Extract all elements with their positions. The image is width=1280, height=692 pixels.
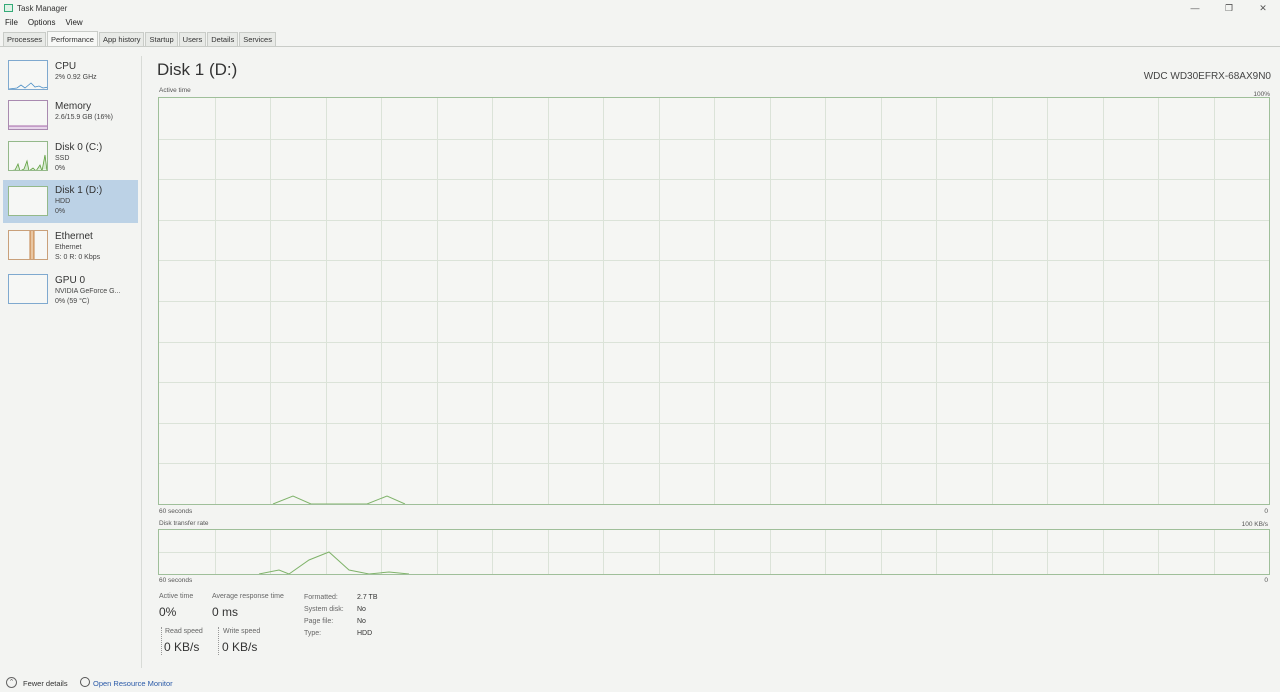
- sidebar-item-ethernet[interactable]: Ethernet Ethernet S: 0 R: 0 Kbps: [3, 227, 138, 270]
- tab-startup[interactable]: Startup: [145, 32, 178, 46]
- response-time-value: 0 ms: [212, 605, 239, 619]
- sidebar-item-usage: 0% (59 °C): [55, 298, 90, 305]
- close-button[interactable]: ✕: [1246, 0, 1280, 16]
- restore-button[interactable]: ❐: [1212, 0, 1246, 16]
- fewer-details-link[interactable]: Fewer details: [23, 679, 68, 688]
- sidebar-item-detail: 2.6/15.9 GB (16%): [55, 114, 113, 121]
- chevron-up-icon[interactable]: ⌃: [6, 677, 17, 688]
- transfer-rate-graph: [158, 529, 1270, 575]
- formatted-value: 2.7 TB: [357, 594, 378, 601]
- transfer-rate-graph-canvas: [159, 530, 1269, 574]
- transfer-rate-trace: [258, 551, 410, 574]
- gpu-thumbnail-graph: [8, 274, 48, 304]
- sidebar-item-cpu[interactable]: CPU 2% 0.92 GHz: [3, 57, 138, 100]
- task-manager-window: Task Manager — ❐ ✕ File Options View Pro…: [0, 0, 1280, 692]
- resource-monitor-icon: [80, 677, 90, 687]
- type-value: HDD: [357, 630, 373, 637]
- sidebar-item-usage: 0%: [55, 165, 66, 172]
- tab-divider: [0, 46, 1280, 47]
- sidebar-item-disk-1[interactable]: Disk 1 (D:) HDD 0%: [3, 180, 138, 223]
- sidebar-item-disk-0[interactable]: Disk 0 (C:) SSD 0%: [3, 138, 138, 181]
- sidebar-item-adapter: Ethernet: [55, 244, 82, 251]
- sidebar-item-title: Memory: [55, 101, 92, 112]
- active-time-graph-span: 60 seconds: [159, 508, 193, 515]
- active-time-trace: [272, 495, 406, 504]
- tab-processes[interactable]: Processes: [3, 32, 47, 46]
- page-title: Disk 1 (D:): [157, 60, 238, 79]
- sidebar-item-throughput: S: 0 R: 0 Kbps: [55, 254, 101, 261]
- sidebar-item-title: CPU: [55, 61, 77, 72]
- sidebar-item-title: Disk 0 (C:): [55, 142, 103, 153]
- sidebar-item-type: HDD: [55, 198, 71, 205]
- disk-model: WDC WD30EFRX-68AX9N0: [1143, 71, 1271, 82]
- page-file-value: No: [357, 618, 366, 625]
- title-bar: Task Manager — ❐ ✕: [0, 0, 1280, 16]
- memory-thumbnail-graph: [8, 100, 48, 130]
- ethernet-thumbnail-graph: [8, 230, 48, 260]
- menu-bar: File Options View: [0, 16, 88, 30]
- read-speed-label: Read speed: [165, 628, 203, 635]
- transfer-graph-span: 60 seconds: [159, 577, 193, 584]
- sidebar-item-title: GPU 0: [55, 275, 86, 286]
- write-speed-divider: [218, 627, 219, 655]
- active-time-graph-zero: 0: [1264, 508, 1268, 515]
- menu-view[interactable]: View: [60, 16, 87, 30]
- write-speed-label: Write speed: [223, 628, 261, 635]
- sidebar-item-title: Disk 1 (D:): [55, 185, 103, 196]
- sidebar-item-adapter: NVIDIA GeForce G...: [55, 288, 121, 295]
- active-time-graph-label: Active time: [159, 87, 191, 94]
- tab-services[interactable]: Services: [239, 32, 276, 46]
- cpu-thumbnail-graph: [8, 60, 48, 90]
- active-time-graph-canvas: [159, 98, 1269, 504]
- sidebar-item-title: Ethernet: [55, 231, 93, 242]
- menu-file[interactable]: File: [0, 16, 23, 30]
- active-time-label: Active time: [159, 593, 194, 600]
- tab-app-history[interactable]: App history: [98, 32, 145, 46]
- read-speed-value: 0 KB/s: [164, 640, 200, 654]
- system-disk-label: System disk:: [304, 606, 344, 613]
- tab-users[interactable]: Users: [178, 32, 207, 46]
- page-file-label: Page file:: [304, 618, 334, 625]
- tab-bar: Processes Performance App history Startu…: [3, 31, 277, 46]
- open-resource-monitor-link[interactable]: Open Resource Monitor: [93, 679, 173, 688]
- window-title: Task Manager: [17, 3, 68, 13]
- sidebar-item-detail: 2% 0.92 GHz: [55, 74, 97, 81]
- formatted-label: Formatted:: [304, 594, 338, 601]
- write-speed-value: 0 KB/s: [222, 640, 258, 654]
- tab-performance[interactable]: Performance: [47, 31, 98, 46]
- sidebar-divider: [141, 56, 142, 668]
- disk-1-thumbnail-graph: [8, 186, 48, 216]
- task-manager-icon: [4, 4, 13, 12]
- sidebar-item-gpu-0[interactable]: GPU 0 NVIDIA GeForce G... 0% (59 °C): [3, 271, 138, 314]
- sidebar-item-memory[interactable]: Memory 2.6/15.9 GB (16%): [3, 97, 138, 140]
- transfer-graph-max: 100 KB/s: [1241, 521, 1268, 528]
- transfer-graph-label: Disk transfer rate: [159, 520, 209, 527]
- menu-options[interactable]: Options: [23, 16, 61, 30]
- minimize-button[interactable]: —: [1178, 0, 1212, 16]
- system-disk-value: No: [357, 606, 366, 613]
- transfer-graph-zero: 0: [1264, 577, 1268, 584]
- sidebar-item-usage: 0%: [55, 208, 66, 215]
- disk-0-thumbnail-graph: [8, 141, 48, 171]
- response-time-label: Average response time: [212, 593, 284, 600]
- sidebar-item-type: SSD: [55, 155, 70, 162]
- read-speed-divider: [161, 627, 162, 655]
- active-time-value: 0%: [159, 605, 177, 619]
- tab-details[interactable]: Details: [207, 32, 239, 46]
- type-label: Type:: [304, 630, 322, 637]
- active-time-graph: [158, 97, 1270, 505]
